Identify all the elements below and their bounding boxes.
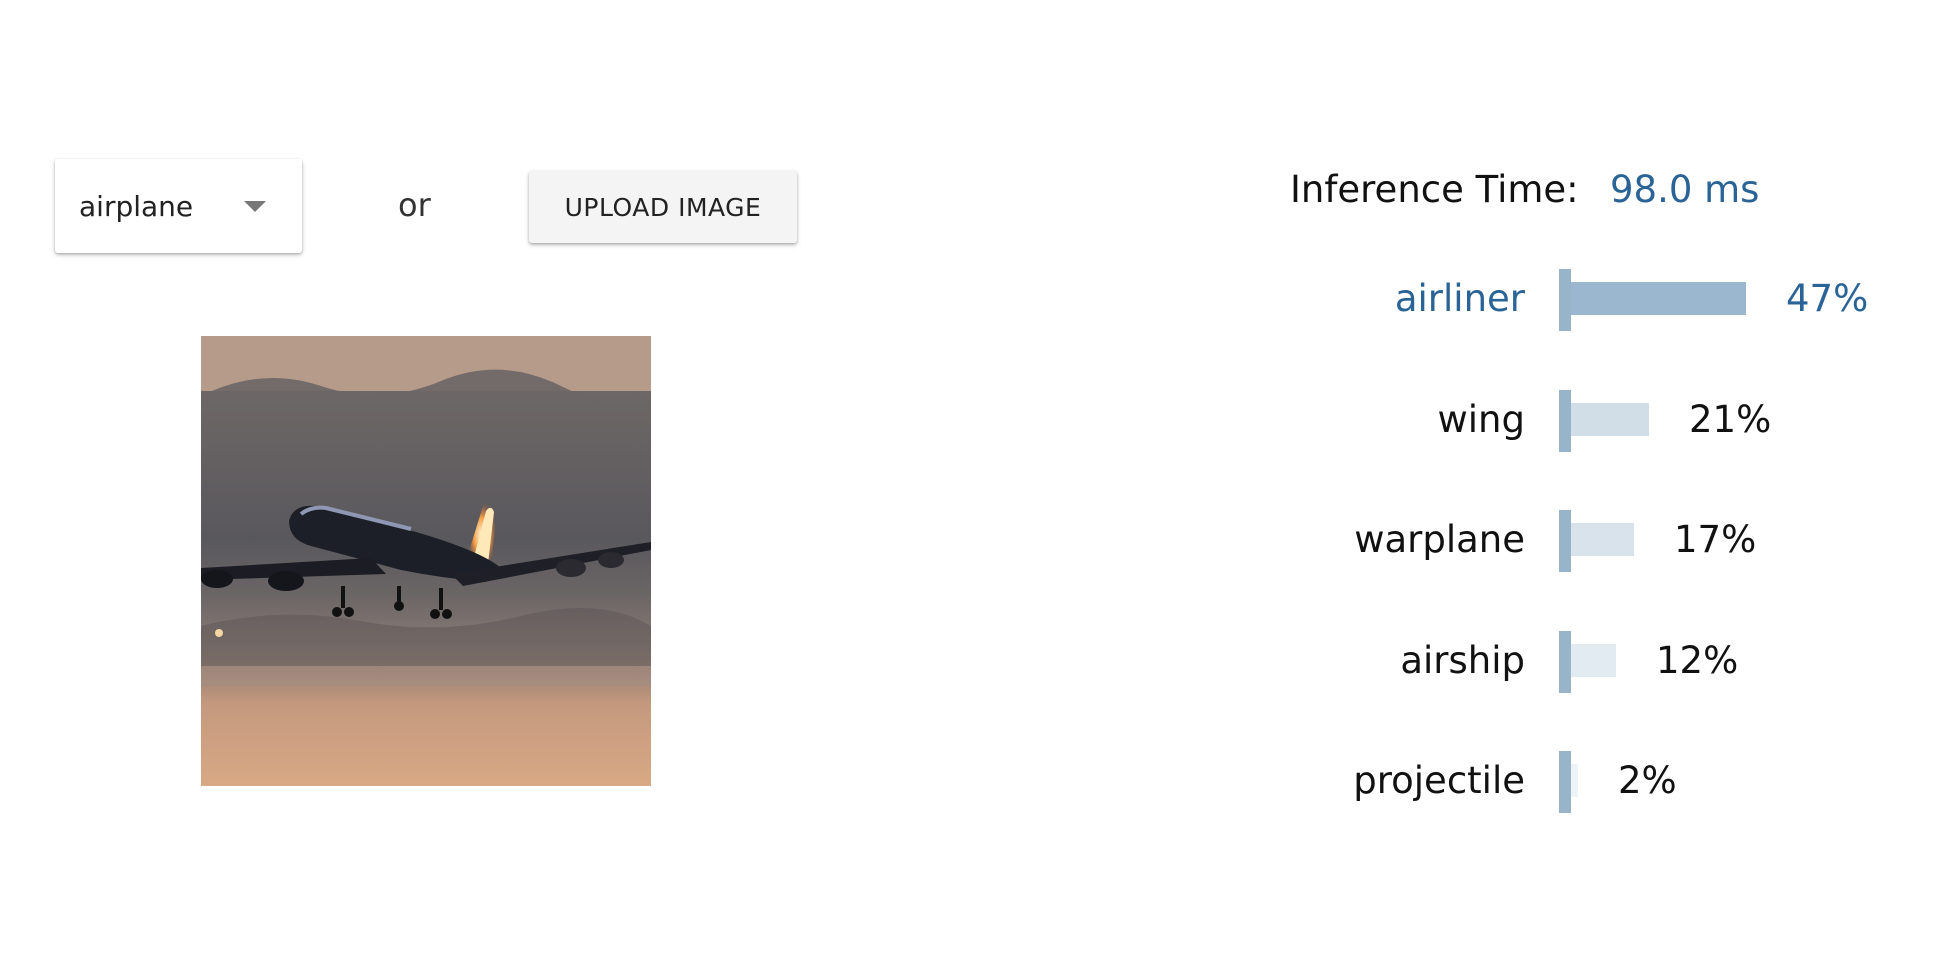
bar-axis xyxy=(1559,510,1571,572)
probability-bar xyxy=(1571,403,1649,436)
or-separator: or xyxy=(398,186,431,224)
select-value: airplane xyxy=(79,189,194,223)
upload-image-button[interactable]: UPLOAD IMAGE xyxy=(529,171,797,243)
probability-bar xyxy=(1571,764,1578,797)
prediction-label: airship xyxy=(1400,639,1525,682)
prediction-label: warplane xyxy=(1354,518,1525,561)
inference-time-value: 98.0 ms xyxy=(1610,168,1760,211)
page: airplane or UPLOAD IMAGE Inference Time:… xyxy=(0,0,1950,976)
prediction-label: airliner xyxy=(1394,277,1525,320)
bar-axis xyxy=(1559,631,1571,693)
probability-value: 12% xyxy=(1656,639,1739,682)
prediction-row: wing 21% xyxy=(0,390,1950,452)
bar-axis xyxy=(1559,751,1571,813)
probability-bar xyxy=(1571,523,1634,556)
probability-bar xyxy=(1571,644,1616,677)
prediction-row: projectile 2% xyxy=(0,751,1950,813)
caret-down-icon xyxy=(244,201,266,212)
probability-value: 47% xyxy=(1786,277,1869,320)
prediction-row: warplane 17% xyxy=(0,510,1950,572)
prediction-label: wing xyxy=(1437,398,1525,441)
prediction-row: airship 12% xyxy=(0,631,1950,693)
probability-value: 17% xyxy=(1674,518,1757,561)
bar-axis xyxy=(1559,390,1571,452)
bar-axis xyxy=(1559,269,1571,331)
probability-value: 21% xyxy=(1689,398,1772,441)
image-select-dropdown[interactable]: airplane xyxy=(55,159,302,253)
probability-bar xyxy=(1571,282,1746,315)
prediction-row: airliner 47% xyxy=(0,269,1950,331)
prediction-label: projectile xyxy=(1353,759,1525,802)
probability-value: 2% xyxy=(1618,759,1677,802)
inference-time-label: Inference Time: xyxy=(1290,168,1579,211)
